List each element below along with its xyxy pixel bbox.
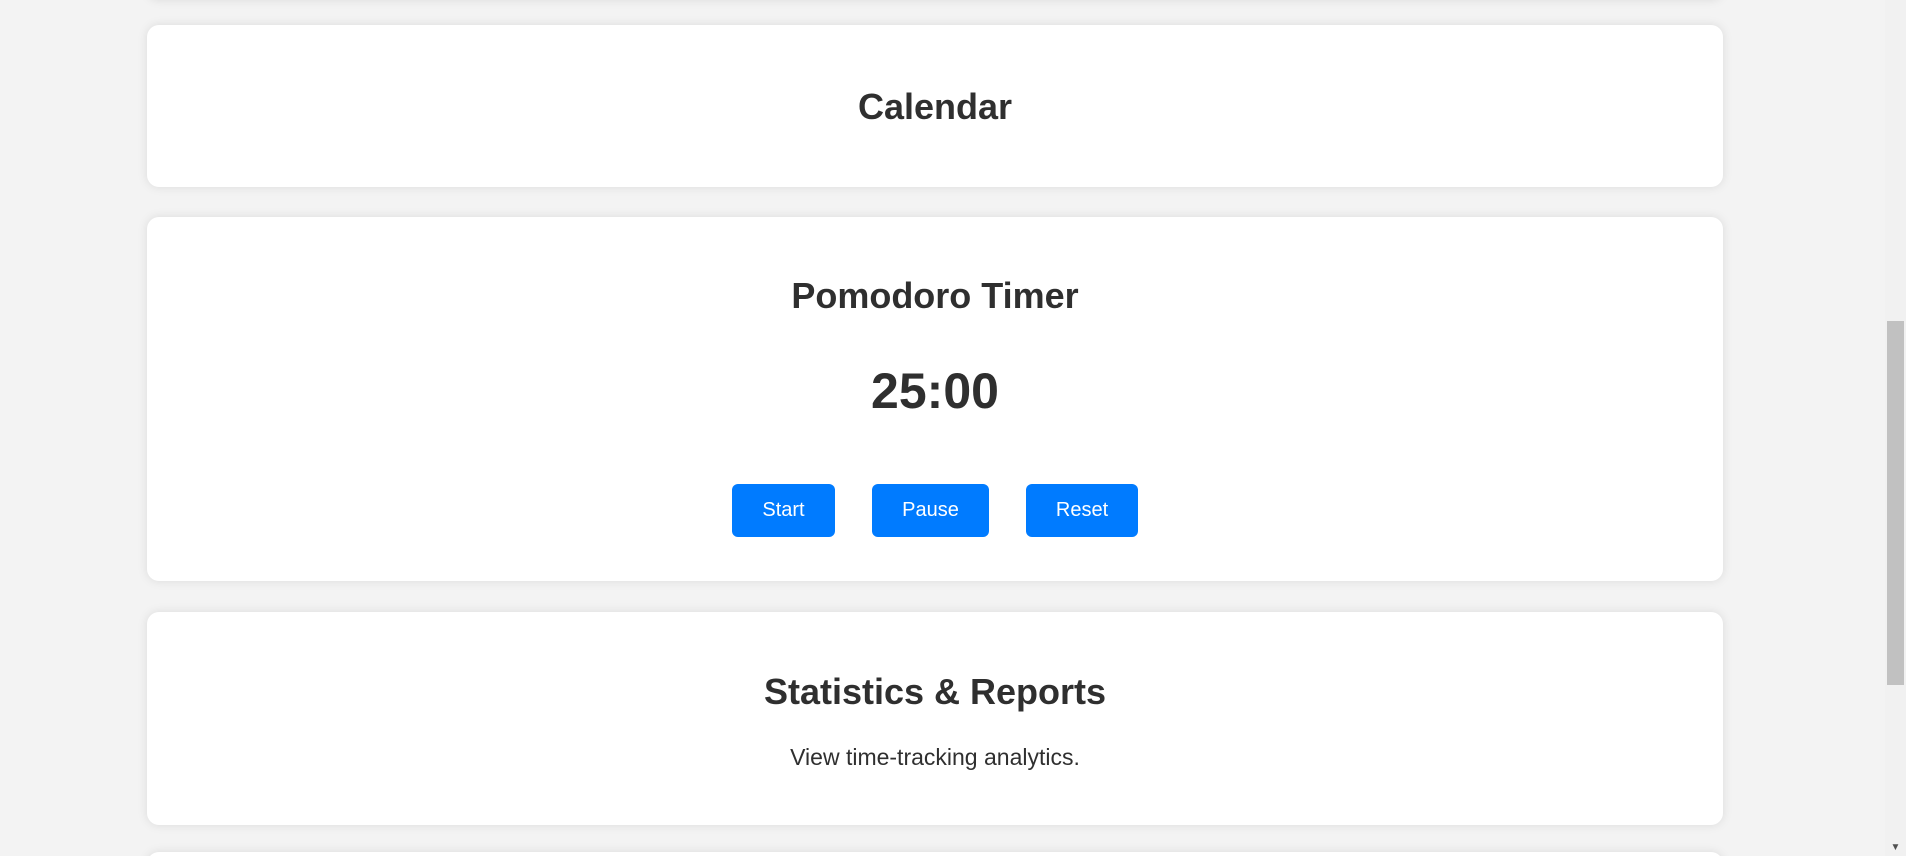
scroll-down-arrow-icon[interactable]: ▼: [1885, 839, 1906, 856]
statistics-reports-section: Statistics & Reports View time-tracking …: [147, 612, 1723, 825]
timer-controls: Start Pause Reset: [147, 484, 1723, 537]
reset-button[interactable]: Reset: [1026, 484, 1138, 537]
pause-button[interactable]: Pause: [872, 484, 989, 537]
statistics-reports-title: Statistics & Reports: [763, 671, 1107, 712]
pomodoro-timer-title: Pomodoro Timer: [791, 275, 1079, 316]
page-content: Calendar Pomodoro Timer 25:00 Start Paus…: [0, 0, 1885, 856]
start-button[interactable]: Start: [732, 484, 835, 537]
page-viewport: Calendar Pomodoro Timer 25:00 Start Paus…: [0, 0, 1906, 856]
pomodoro-timer-section: Pomodoro Timer 25:00 Start Pause Reset: [147, 217, 1723, 581]
calendar-section: Calendar: [147, 25, 1723, 187]
timer-display: 25:00: [871, 363, 999, 419]
statistics-reports-description: View time-tracking analytics.: [790, 744, 1080, 770]
calendar-title: Calendar: [857, 86, 1013, 127]
next-section-card: [147, 852, 1723, 856]
vertical-scrollbar[interactable]: ▼: [1885, 0, 1906, 856]
scrollbar-thumb[interactable]: [1887, 321, 1904, 685]
